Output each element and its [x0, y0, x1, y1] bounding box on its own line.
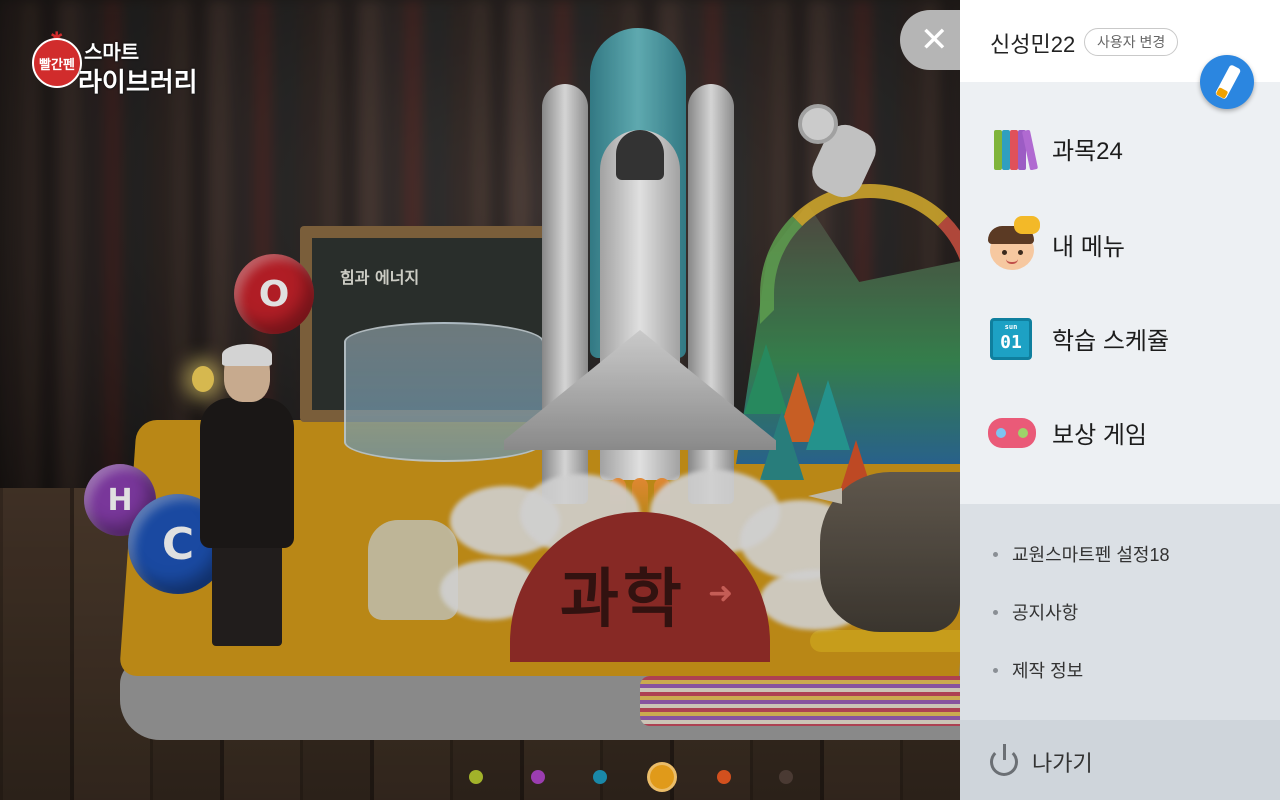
menu-item-reward-game[interactable]: 보상 게임 — [960, 386, 1280, 478]
sub-item-label: 공지사항 — [1012, 603, 1079, 623]
face-icon — [988, 216, 1040, 270]
close-icon: ✕ — [920, 20, 949, 60]
sub-menu: 교원스마트펜 설정18 공지사항 제작 정보 — [960, 504, 1280, 720]
page-dot[interactable] — [647, 762, 677, 792]
sub-item-notices[interactable]: 공지사항 — [960, 592, 1280, 632]
page-dot[interactable] — [469, 770, 483, 784]
sub-item-credits[interactable]: 제작 정보 — [960, 650, 1280, 690]
books-icon — [988, 126, 1039, 174]
exit-button[interactable]: 나가기 — [960, 720, 1280, 800]
sub-item-label: 제작 정보 — [1012, 661, 1084, 681]
menu-label: 과목24 — [1052, 137, 1123, 165]
menu-item-schedule[interactable]: sun 01 학습 스케쥴 — [960, 292, 1280, 384]
sub-item-pen-settings[interactable]: 교원스마트펜 설정18 — [960, 534, 1280, 574]
logo-title: 라이브러리 — [78, 68, 198, 98]
bullet-icon — [993, 551, 998, 557]
page-dot[interactable] — [531, 770, 545, 784]
side-menu-panel: 신성민22 사용자 변경 과목24 내 메뉴 sun 01 학습 스케쥴 보상 … — [960, 0, 1280, 800]
gamepad-icon — [988, 408, 1036, 456]
page-dot[interactable] — [779, 770, 793, 784]
app-logo: ✱ 빨간펜 스마트 라이브러리 — [32, 28, 232, 102]
page-dot[interactable] — [593, 770, 607, 784]
menu-item-my-menu[interactable]: 내 메뉴 — [960, 198, 1280, 290]
bullet-icon — [993, 667, 998, 673]
logo-badge: 빨간펜 — [32, 38, 82, 88]
calendar-icon: sun 01 — [988, 314, 1036, 362]
user-name: 신성민22 — [990, 32, 1076, 57]
sub-item-label: 교원스마트펜 설정18 — [1012, 545, 1170, 565]
menu-label: 내 메뉴 — [1052, 233, 1125, 261]
menu-label: 보상 게임 — [1052, 421, 1147, 449]
smart-pen-button[interactable] — [1200, 55, 1254, 109]
bullet-icon — [993, 609, 998, 615]
page-dot[interactable] — [717, 770, 731, 784]
logo-subtitle: 스마트 — [84, 40, 140, 64]
exit-label: 나가기 — [1032, 751, 1093, 776]
switch-user-button[interactable]: 사용자 변경 — [1084, 28, 1179, 56]
menu-item-subjects[interactable]: 과목24 — [960, 102, 1280, 194]
library-scene: 힘과 에너지 O H C 과학 ➜ ✱ 빨간펜 스마트 라이브러리 — [0, 0, 960, 800]
menu-label: 학습 스케쥴 — [1052, 327, 1170, 355]
chat-bubble-icon — [1014, 216, 1040, 234]
page-indicator — [460, 762, 820, 792]
